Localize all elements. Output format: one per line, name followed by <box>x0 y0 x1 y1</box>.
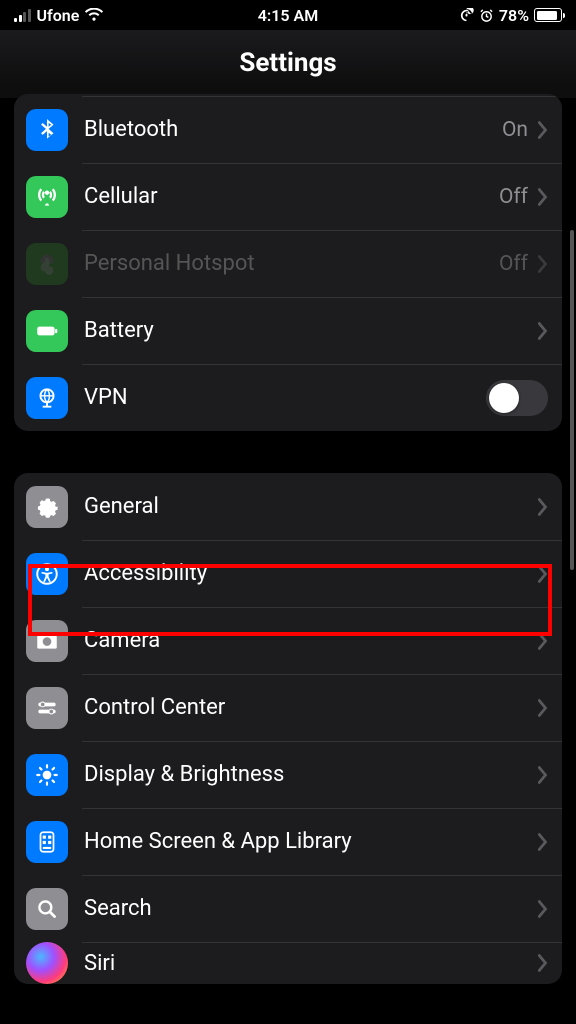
chevron-right-icon <box>538 699 548 717</box>
cellular-icon <box>26 176 68 218</box>
cellular-signal-icon <box>14 9 31 22</box>
bluetooth-label: Bluetooth <box>84 117 502 142</box>
settings-row-siri[interactable]: Siri <box>14 942 562 984</box>
battery-label: Battery <box>84 318 538 343</box>
status-right: 78% <box>459 6 562 25</box>
search-label: Search <box>84 896 538 921</box>
alarm-icon <box>479 8 494 23</box>
status-left: Ufone <box>14 6 103 25</box>
search-icon <box>26 888 68 930</box>
camera-label: Camera <box>84 628 538 653</box>
settings-group-general: General Accessibility Camera Control Cen… <box>14 473 562 984</box>
page-title: Settings <box>0 30 576 98</box>
control-center-icon <box>26 687 68 729</box>
settings-group-connectivity: Wi-Fi Hussain Bluetooth On Cellular Off … <box>14 94 562 431</box>
settings-row-search[interactable]: Search <box>14 875 562 942</box>
brightness-icon <box>26 754 68 796</box>
battery-settings-icon <box>26 310 68 352</box>
battery-percent: 78% <box>499 6 529 25</box>
wifi-icon <box>85 8 103 22</box>
chevron-right-icon <box>538 322 548 340</box>
controlcenter-label: Control Center <box>84 695 538 720</box>
settings-row-display[interactable]: Display & Brightness <box>14 741 562 808</box>
settings-row-cellular[interactable]: Cellular Off <box>14 163 562 230</box>
homescreen-icon <box>26 821 68 863</box>
chevron-right-icon <box>538 565 548 583</box>
chevron-right-icon <box>538 498 548 516</box>
battery-icon <box>534 8 562 22</box>
settings-row-battery[interactable]: Battery <box>14 297 562 364</box>
bluetooth-value: On <box>502 118 528 142</box>
scroll-indicator[interactable] <box>570 230 574 570</box>
chevron-right-icon <box>538 632 548 650</box>
settings-row-accessibility[interactable]: Accessibility <box>14 540 562 607</box>
settings-row-bluetooth[interactable]: Bluetooth On <box>14 96 562 163</box>
gear-icon <box>26 486 68 528</box>
chevron-right-icon <box>538 833 548 851</box>
vpn-label: VPN <box>84 385 486 410</box>
carrier-label: Ufone <box>37 6 80 25</box>
rotation-lock-icon <box>459 8 474 23</box>
cellular-label: Cellular <box>84 184 499 209</box>
settings-row-general[interactable]: General <box>14 473 562 540</box>
chevron-right-icon <box>538 121 548 139</box>
status-bar: Ufone 4:15 AM 78% <box>0 0 576 30</box>
display-label: Display & Brightness <box>84 762 538 787</box>
siri-label: Siri <box>84 951 538 976</box>
bluetooth-icon <box>26 109 68 151</box>
chevron-right-icon <box>538 766 548 784</box>
cellular-value: Off <box>499 185 528 209</box>
settings-content: Wi-Fi Hussain Bluetooth On Cellular Off … <box>0 94 576 984</box>
accessibility-icon <box>26 553 68 595</box>
settings-row-vpn[interactable]: VPN <box>14 364 562 431</box>
chevron-right-icon <box>538 900 548 918</box>
status-time: 4:15 AM <box>258 6 318 25</box>
settings-row-controlcenter[interactable]: Control Center <box>14 674 562 741</box>
hotspot-value: Off <box>499 252 528 276</box>
vpn-toggle[interactable] <box>486 380 548 416</box>
chevron-right-icon <box>538 188 548 206</box>
hotspot-label: Personal Hotspot <box>84 251 499 276</box>
settings-row-hotspot[interactable]: Personal Hotspot Off <box>14 230 562 297</box>
homescreen-label: Home Screen & App Library <box>84 829 538 854</box>
settings-row-homescreen[interactable]: Home Screen & App Library <box>14 808 562 875</box>
siri-icon <box>26 942 68 984</box>
general-label: General <box>84 494 538 519</box>
chevron-right-icon <box>538 954 548 972</box>
settings-row-camera[interactable]: Camera <box>14 607 562 674</box>
vpn-icon <box>26 377 68 419</box>
accessibility-label: Accessibility <box>84 561 538 586</box>
hotspot-icon <box>26 243 68 285</box>
camera-icon <box>26 620 68 662</box>
chevron-right-icon <box>538 255 548 273</box>
